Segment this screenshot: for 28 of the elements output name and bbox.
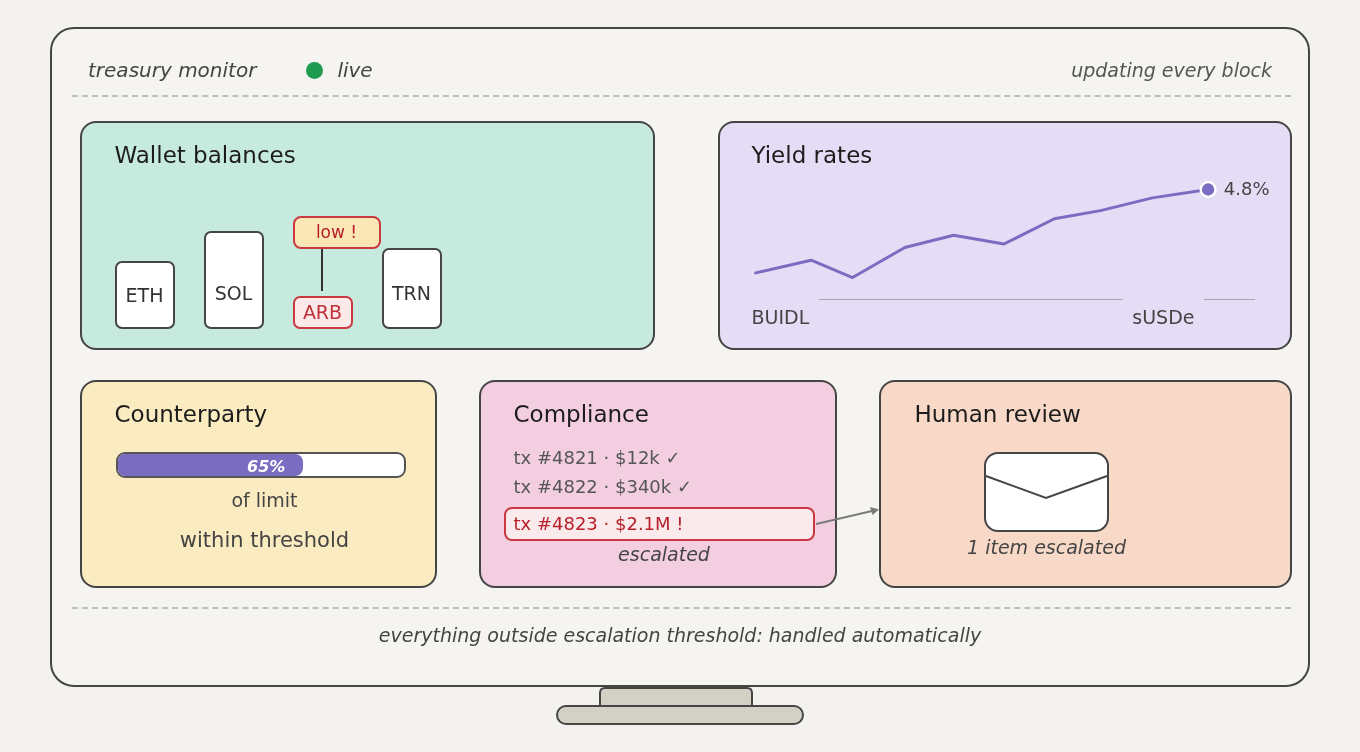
footer-note: everything outside escalation threshold: handled automatically bbox=[378, 622, 982, 647]
alert-badge: low ! bbox=[292, 215, 381, 249]
card-title: Wallet balances bbox=[114, 140, 296, 170]
transaction-entry: tx #4821 · $12k ✓ bbox=[513, 445, 681, 470]
wallet-bar: TRN bbox=[381, 247, 442, 329]
threshold-status: within threshold bbox=[179, 526, 350, 553]
card-title: Yield rates bbox=[751, 140, 873, 170]
connector-arrow bbox=[815, 504, 880, 527]
envelope-icon bbox=[984, 451, 1109, 532]
wallet-bar: ETH bbox=[114, 260, 175, 329]
connector-line bbox=[320, 248, 323, 291]
limit-caption: of limit bbox=[231, 487, 298, 513]
latest-yield-label: 4.8% bbox=[1223, 177, 1270, 200]
card-title: Human review bbox=[914, 399, 1081, 429]
status-label: live bbox=[337, 57, 373, 83]
card-title: Counterparty bbox=[114, 399, 268, 429]
escalated-note: escalated bbox=[618, 541, 710, 567]
wallet-bar: SOL bbox=[203, 230, 264, 329]
transaction-entry: tx #4822 · $340k ✓ bbox=[513, 474, 693, 499]
review-summary: 1 item escalated bbox=[967, 534, 1126, 559]
wallet-bar: ARB bbox=[292, 295, 353, 329]
series-label: sUSDe bbox=[1132, 304, 1195, 329]
usage-reading: 65% bbox=[247, 457, 286, 476]
card-title: Compliance bbox=[513, 399, 649, 429]
update-note: updating every block bbox=[1071, 58, 1272, 83]
series-label: BUIDL bbox=[751, 304, 810, 329]
escalated-transaction: tx #4823 · $2.1M ! bbox=[503, 506, 815, 541]
app-title: treasury monitor bbox=[88, 57, 257, 83]
